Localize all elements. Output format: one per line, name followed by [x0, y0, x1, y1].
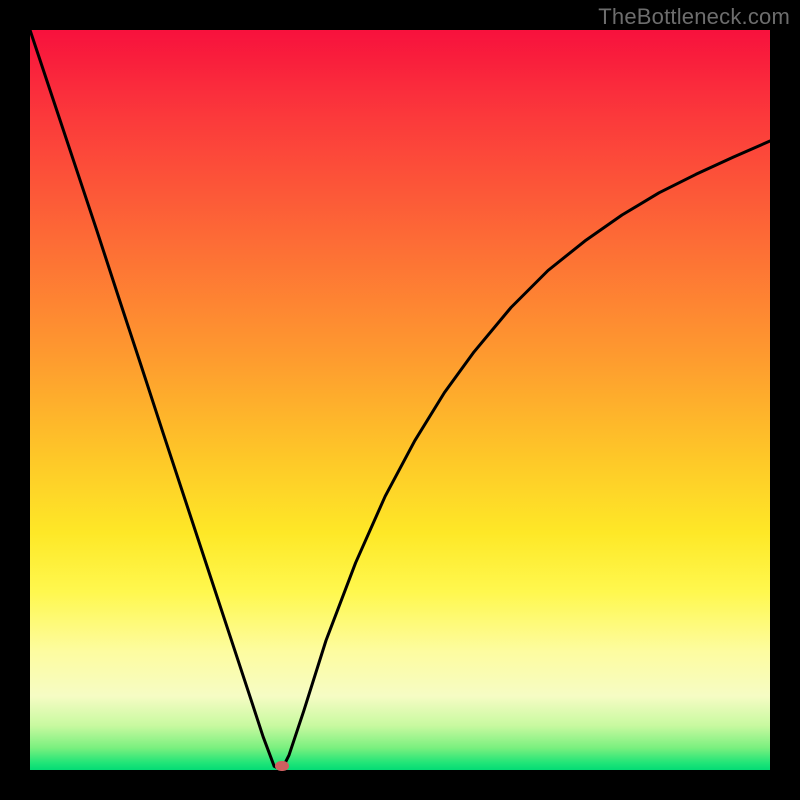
watermark-text: TheBottleneck.com — [598, 4, 790, 30]
plot-area — [30, 30, 770, 770]
curve-path — [30, 30, 770, 770]
bottleneck-curve — [30, 30, 770, 770]
chart-frame: TheBottleneck.com — [0, 0, 800, 800]
minimum-marker — [275, 761, 289, 771]
